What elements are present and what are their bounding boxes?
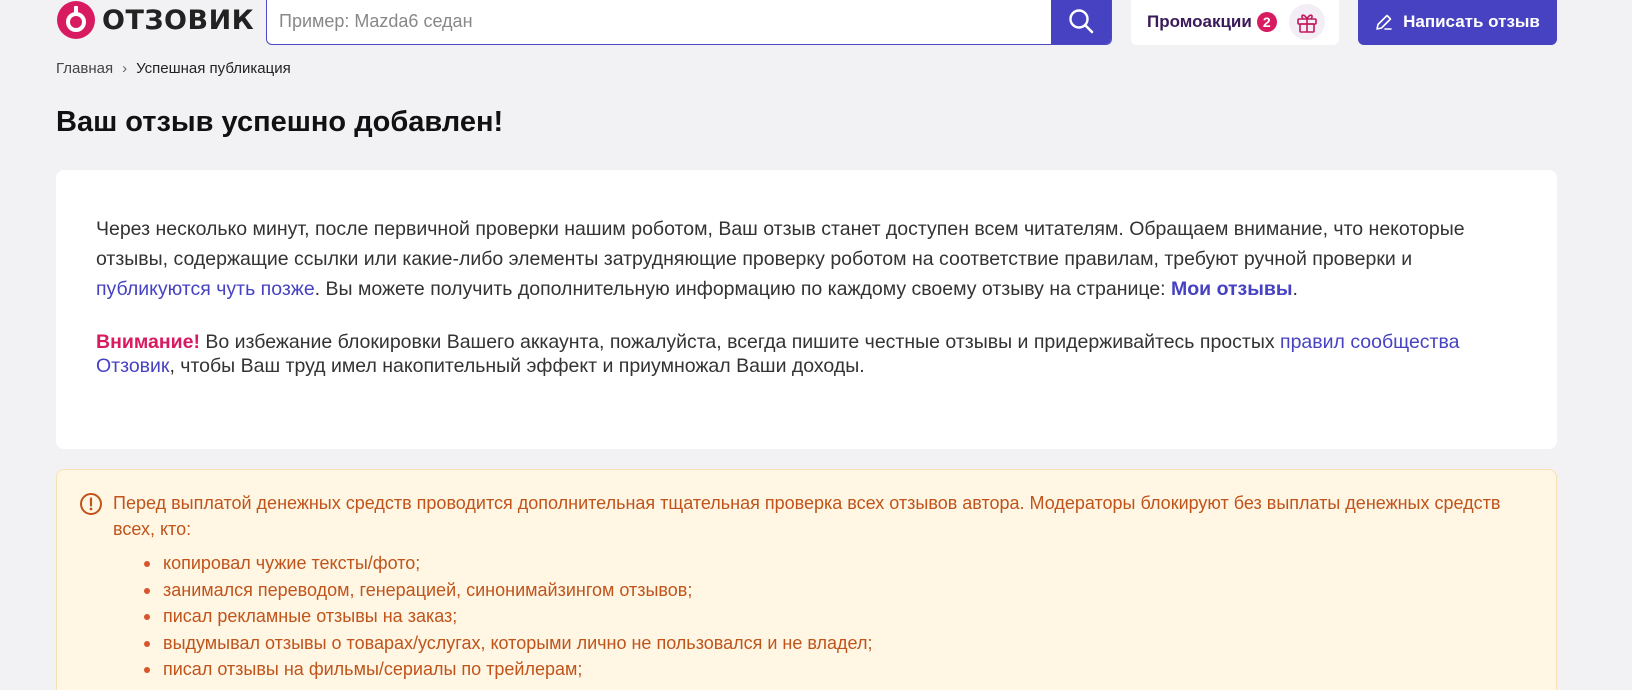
- attention-text-start: Во избежание блокировки Вашего аккаунта,…: [199, 331, 1281, 353]
- violation-list: копировал чужие тексты/фото; занимался п…: [144, 550, 1526, 683]
- gift-icon: [1288, 3, 1325, 40]
- promo-count-badge: 2: [1256, 11, 1277, 32]
- search-icon: [1069, 9, 1094, 34]
- promo-label: Промоакции: [1147, 11, 1252, 31]
- site-header: ОТЗОВИК Промоакции 2 Написать отзыв: [0, 0, 1632, 46]
- my-reviews-link[interactable]: Мои отзывы: [1171, 278, 1293, 300]
- breadcrumb: Главная › Успешная публикация: [56, 60, 291, 77]
- pencil-icon: [1376, 14, 1392, 30]
- promo-button[interactable]: Промоакции 2: [1131, 0, 1339, 45]
- info-text-end: .: [1292, 278, 1298, 300]
- attention-text: Внимание! Во избежание блокировки Вашего…: [96, 330, 1517, 378]
- write-review-label: Написать отзыв: [1403, 11, 1540, 31]
- search-input[interactable]: [267, 0, 1051, 44]
- list-item: писал рекламные отзывы на заказ;: [144, 603, 1526, 630]
- list-item: выдумывал отзывы о товарах/услугах, кото…: [144, 630, 1526, 657]
- search-bar: [266, 0, 1112, 45]
- search-button[interactable]: [1051, 0, 1111, 44]
- breadcrumb-current: Успешная публикация: [136, 60, 291, 77]
- breadcrumb-home[interactable]: Главная: [56, 60, 113, 77]
- success-message-card: Через несколько минут, после первичной п…: [56, 170, 1557, 449]
- write-review-button[interactable]: Написать отзыв: [1358, 0, 1557, 45]
- breadcrumb-separator: ›: [122, 60, 128, 77]
- logo-icon: [57, 1, 95, 39]
- exclamation-circle-icon: [80, 493, 102, 515]
- list-item: копировал чужие тексты/фото;: [144, 550, 1526, 577]
- info-text-mid: . Вы можете получить дополнительную инфо…: [314, 278, 1172, 300]
- list-item: писал отзывы на фильмы/сериалы по трейле…: [144, 656, 1526, 683]
- published-later-link[interactable]: публикуются чуть позже: [96, 278, 315, 300]
- logo[interactable]: ОТЗОВИК: [56, 0, 254, 40]
- attention-label: Внимание!: [96, 331, 200, 353]
- page-title: Ваш отзыв успешно добавлен!: [56, 106, 504, 138]
- info-text-start: Через несколько минут, после первичной п…: [96, 218, 1465, 270]
- logo-text: ОТЗОВИК: [102, 4, 255, 36]
- publication-info-text: Через несколько минут, после первичной п…: [96, 214, 1517, 304]
- attention-text-end: , чтобы Ваш труд имел накопительный эффе…: [169, 355, 865, 377]
- list-item: занимался переводом, генерацией, синоним…: [144, 577, 1526, 604]
- payout-warning-notice: Перед выплатой денежных средств проводит…: [56, 469, 1557, 690]
- notice-text: Перед выплатой денежных средств проводит…: [113, 493, 1501, 539]
